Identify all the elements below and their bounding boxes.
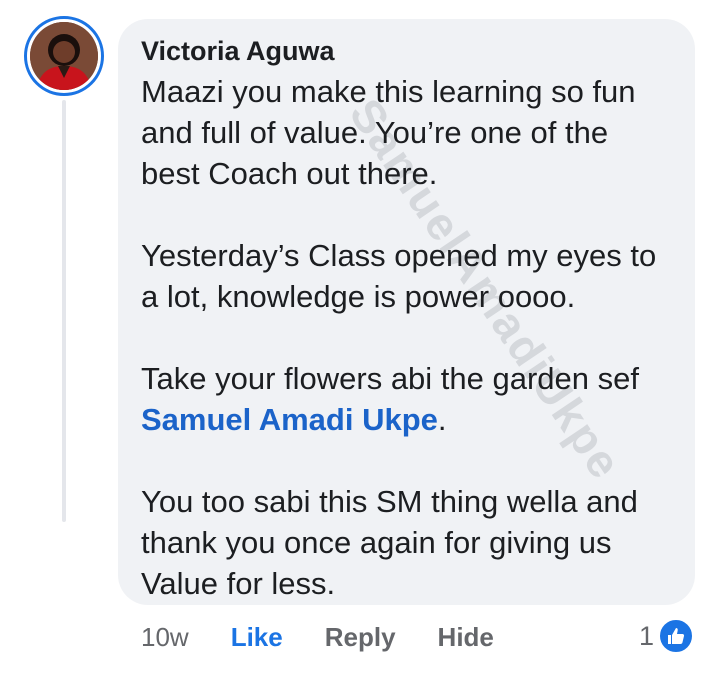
reaction-summary[interactable]: 1	[639, 618, 694, 654]
comment-bubble: SamuelAmadiUkpe Victoria Aguwa Maazi you…	[118, 19, 695, 605]
comment-paragraph: Maazi you make this learning so fun and …	[141, 74, 636, 191]
comment-paragraph: Take your flowers abi the garden sef Sam…	[141, 358, 673, 440]
comment-paragraph-text: Take your flowers abi the garden sef	[141, 361, 639, 396]
comment-text: Maazi you make this learning so fun and …	[141, 71, 673, 604]
comment-paragraph: Yesterday’s Class opened my eyes to a lo…	[141, 238, 657, 314]
avatar-photo	[30, 22, 98, 90]
comment-actions: 10w Like Reply Hide	[141, 614, 536, 660]
comment-paragraph-text: .	[437, 402, 447, 437]
avatar[interactable]	[24, 16, 104, 96]
thumbs-up-icon	[658, 618, 694, 654]
hide-button[interactable]: Hide	[438, 622, 494, 653]
like-button[interactable]: Like	[231, 622, 283, 653]
comment-author[interactable]: Victoria Aguwa	[141, 31, 673, 71]
comment-paragraph: You too sabi this SM thing wella and tha…	[141, 484, 638, 601]
thread-line	[62, 100, 66, 522]
timestamp[interactable]: 10w	[141, 622, 189, 653]
reply-button[interactable]: Reply	[325, 622, 396, 653]
mention-link[interactable]: Samuel Amadi Ukpe	[141, 402, 438, 437]
reaction-count: 1	[638, 620, 654, 651]
